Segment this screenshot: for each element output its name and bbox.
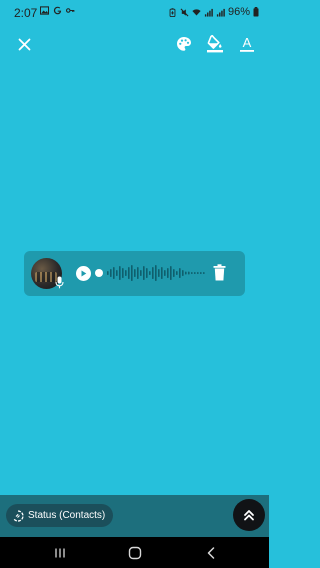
audience-selector[interactable]: Status (Contacts) (6, 504, 114, 527)
status-bar: 2:07 96% (0, 0, 269, 25)
status-time: 2:07 (14, 6, 38, 20)
playback-scrubber[interactable] (95, 269, 103, 277)
voice-note-card (24, 251, 245, 296)
audio-waveform (107, 265, 205, 281)
home-icon (128, 546, 142, 560)
status-bottom-bar: Status (Contacts) (0, 495, 269, 537)
trash-icon (213, 264, 226, 281)
system-navigation-bar (0, 537, 269, 568)
recents-icon (55, 548, 65, 558)
send-icon (244, 510, 254, 521)
home-button[interactable] (127, 545, 143, 561)
send-button[interactable] (233, 499, 265, 531)
text-format-icon: A (240, 35, 254, 52)
signal-icon (204, 8, 213, 17)
delete-voice-note-button[interactable] (213, 264, 226, 286)
palette-icon (177, 37, 191, 51)
close-button[interactable] (10, 30, 38, 58)
battery-saver-icon (169, 7, 176, 17)
battery-icon (253, 7, 259, 17)
svg-text:A: A (243, 35, 252, 50)
palette-button[interactable] (170, 30, 198, 58)
key-icon (66, 8, 75, 13)
audience-label: Status (Contacts) (28, 510, 106, 521)
play-button[interactable] (76, 266, 91, 281)
gallery-icon (40, 6, 49, 15)
editor-toolbar: A (0, 25, 269, 65)
back-button[interactable] (203, 545, 219, 561)
text-format-button[interactable]: A (233, 30, 261, 58)
mic-icon (55, 276, 64, 289)
back-icon (207, 547, 215, 559)
wifi-icon (192, 8, 201, 15)
play-icon (81, 270, 87, 277)
signal-icon (216, 8, 225, 17)
close-icon (18, 38, 30, 50)
mute-icon (180, 8, 189, 16)
recents-button[interactable] (52, 545, 68, 561)
google-icon (53, 6, 62, 15)
status-ring-icon (13, 509, 24, 522)
paint-bucket-icon (207, 35, 223, 53)
battery-percent: 96% (227, 6, 250, 18)
background-color-button[interactable] (201, 30, 229, 58)
